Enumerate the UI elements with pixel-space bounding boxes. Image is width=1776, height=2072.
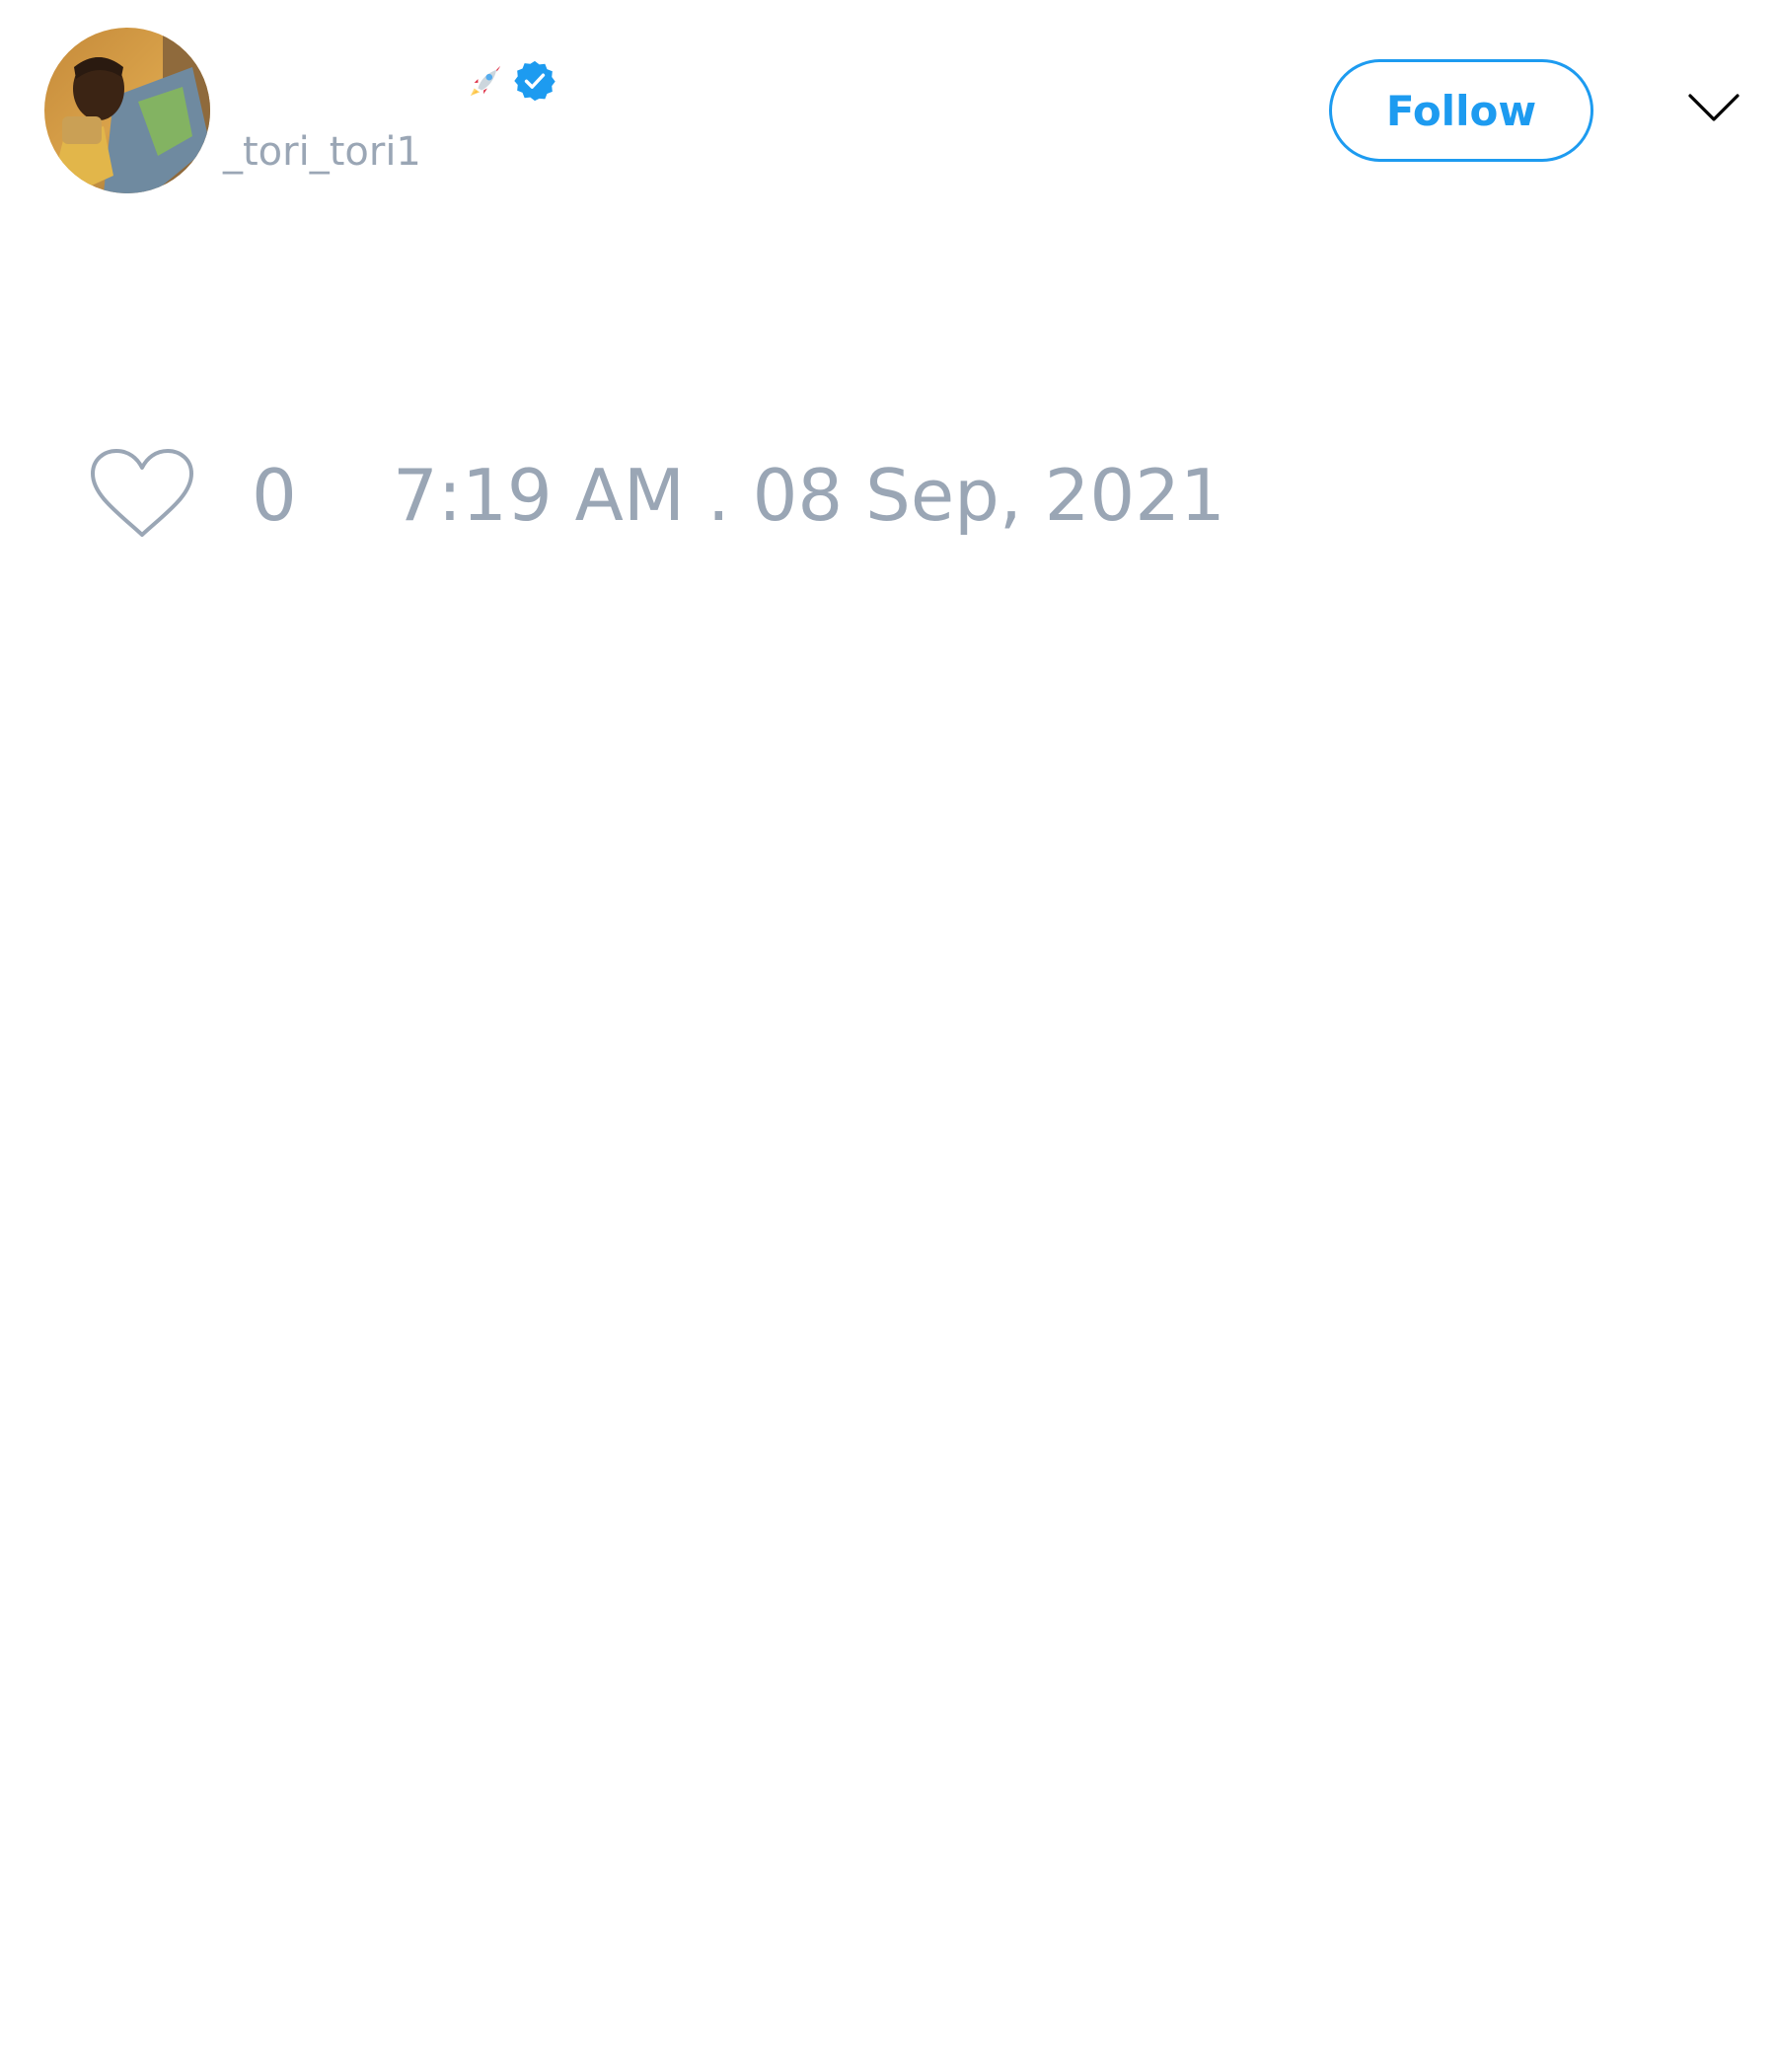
rocket-icon bbox=[470, 65, 501, 97]
like-button[interactable] bbox=[89, 448, 195, 543]
verified-badge-icon bbox=[514, 60, 555, 102]
timestamp[interactable]: 7:19 AM . 08 Sep, 2021 bbox=[393, 454, 1225, 537]
more-options-button[interactable] bbox=[1687, 91, 1740, 128]
chevron-down-icon bbox=[1688, 94, 1739, 121]
avatar-photo bbox=[44, 28, 210, 193]
tweet-header: _tori_tori1 Follow bbox=[0, 0, 1776, 197]
follow-button[interactable]: Follow bbox=[1329, 59, 1593, 162]
username[interactable]: _tori_tori1 bbox=[223, 126, 421, 178]
tweet-footer: 0 7:19 AM . 08 Sep, 2021 bbox=[0, 434, 1776, 553]
avatar[interactable] bbox=[44, 28, 210, 193]
like-count: 0 bbox=[252, 454, 297, 537]
display-name-row bbox=[469, 57, 557, 105]
heart-icon bbox=[91, 449, 193, 537]
